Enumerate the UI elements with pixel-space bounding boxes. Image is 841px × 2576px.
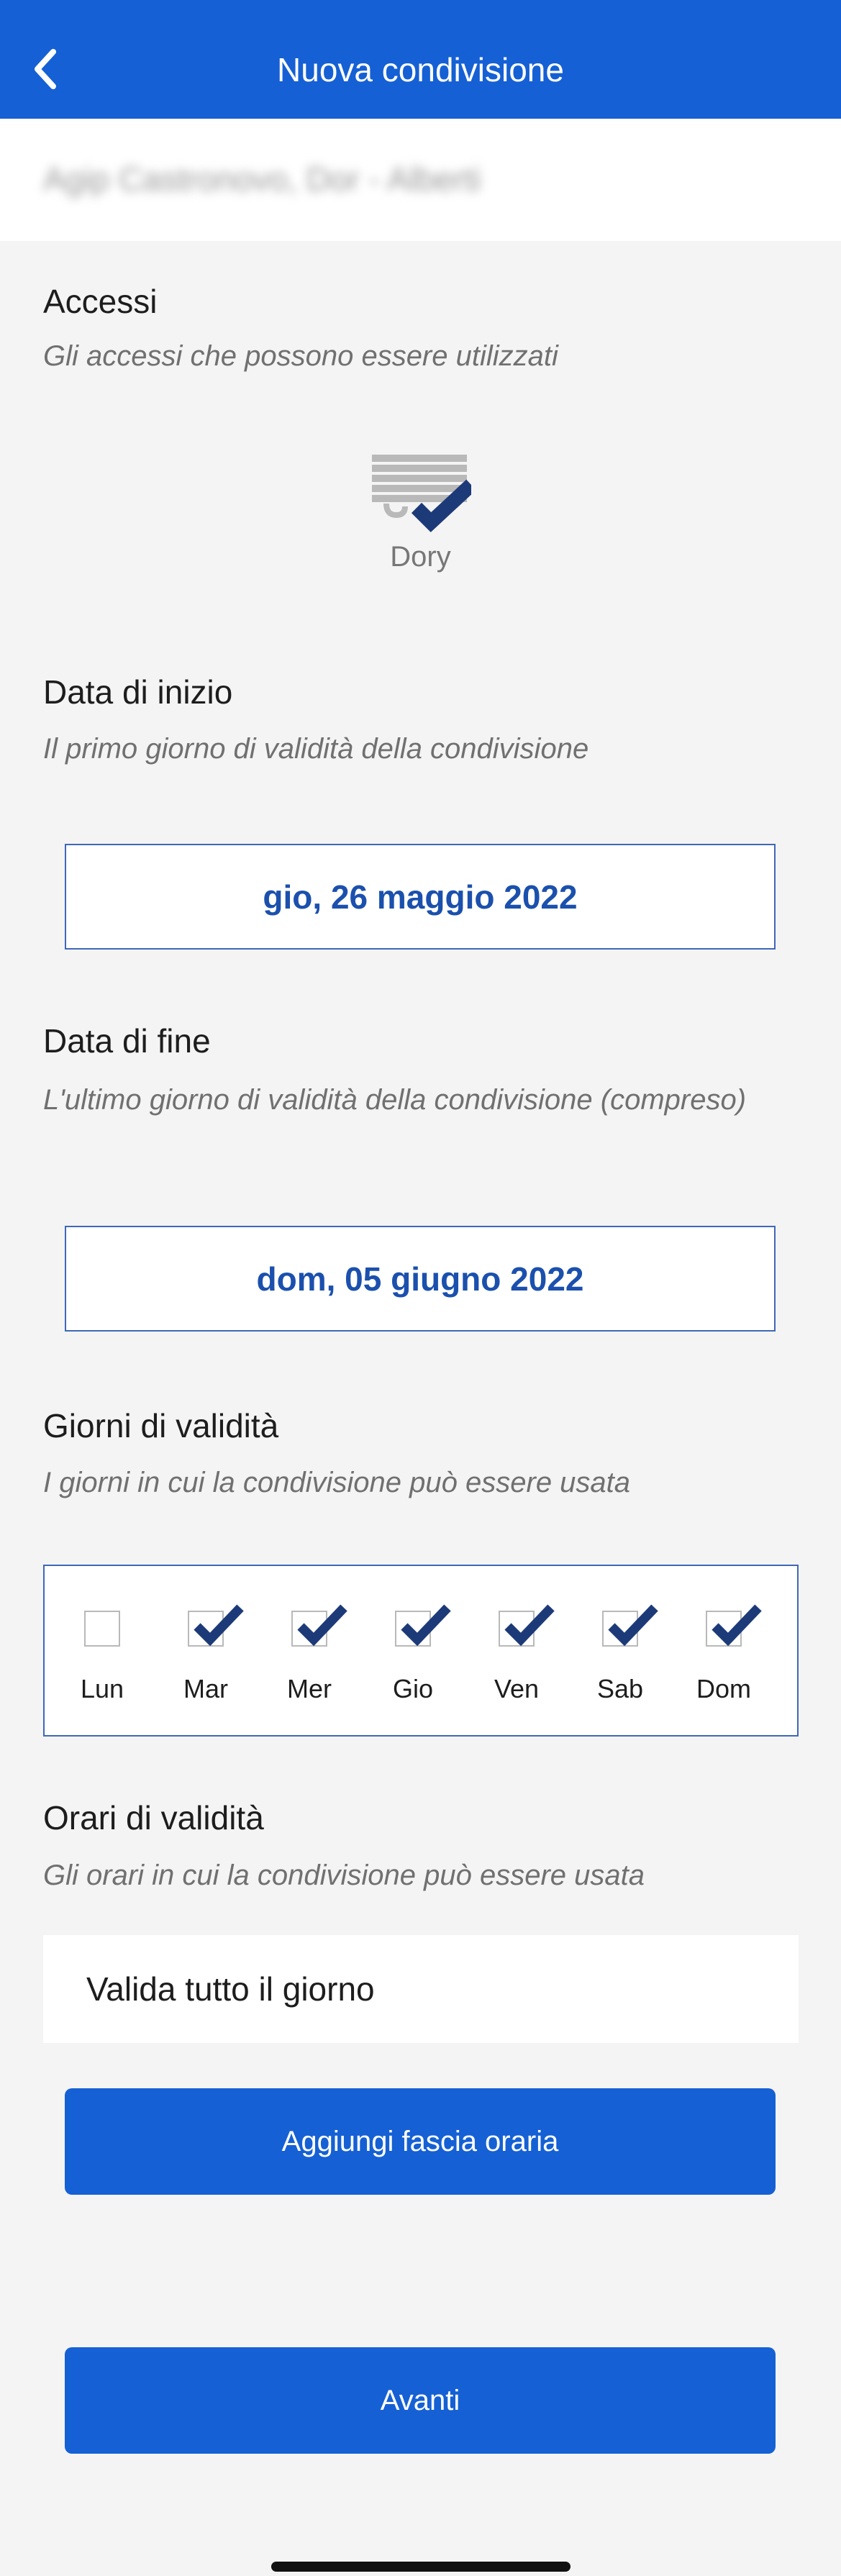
day-label: Gio: [392, 1674, 434, 1703]
section-title-accessi: Accessi: [43, 283, 158, 320]
access-item-label: Dory: [390, 541, 451, 573]
day-checkbox[interactable]: [84, 1611, 120, 1647]
check-icon: [401, 1604, 451, 1647]
start-date-field[interactable]: gio, 26 maggio 2022: [65, 844, 776, 950]
top-app-bar: Nuova condivisione: [0, 0, 841, 119]
weekday-selector: Lun Mar Mer Gio Ven Sab Dom: [43, 1565, 799, 1737]
check-icon: [712, 1604, 762, 1647]
location-name: Agip Castronovo, Dor - Alberti: [43, 160, 481, 198]
check-icon: [504, 1604, 555, 1647]
end-date-field[interactable]: dom, 05 giugno 2022: [65, 1226, 776, 1332]
section-title-data-inizio: Data di inizio: [43, 673, 233, 711]
check-icon: [194, 1604, 244, 1647]
add-time-slot-button[interactable]: Aggiungi fascia oraria: [65, 2088, 776, 2195]
day-label: Ven: [494, 1674, 540, 1703]
section-title-giorni: Giorni di validità: [43, 1407, 279, 1444]
page-title: Nuova condivisione: [277, 51, 564, 88]
section-subtitle-data-fine: L'ultimo giorno di validità della condiv…: [43, 1084, 747, 1116]
all-day-row[interactable]: Valida tutto il giorno: [43, 1935, 799, 2043]
section-subtitle-giorni: I giorni in cui la condivisione può esse…: [43, 1467, 631, 1498]
section-title-data-fine: Data di fine: [43, 1022, 211, 1060]
day-label: Mar: [183, 1674, 228, 1703]
shutter-check-icon: [372, 455, 471, 532]
home-indicator: [271, 2562, 570, 2572]
day-label: Lun: [80, 1674, 124, 1703]
section-subtitle-data-inizio: Il primo giorno di validità della condiv…: [43, 733, 589, 765]
day-toggle-sab[interactable]: Sab: [568, 1566, 672, 1738]
day-label: Dom: [696, 1674, 751, 1703]
next-button[interactable]: Avanti: [65, 2347, 776, 2454]
day-toggle-mar[interactable]: Mar: [154, 1566, 258, 1738]
day-label: Mer: [287, 1674, 332, 1703]
section-subtitle-orari: Gli orari in cui la condivisione può ess…: [43, 1860, 645, 1891]
day-toggle-gio[interactable]: Gio: [361, 1566, 465, 1738]
section-subtitle-accessi: Gli accessi che possono essere utilizzat…: [43, 340, 558, 372]
day-toggle-ven[interactable]: Ven: [465, 1566, 568, 1738]
day-toggle-lun[interactable]: Lun: [50, 1566, 154, 1738]
day-toggle-dom[interactable]: Dom: [672, 1566, 776, 1738]
check-icon: [297, 1604, 347, 1647]
check-icon: [608, 1604, 658, 1647]
section-title-orari: Orari di validità: [43, 1799, 264, 1837]
day-toggle-mer[interactable]: Mer: [258, 1566, 361, 1738]
day-label: Sab: [596, 1674, 644, 1703]
